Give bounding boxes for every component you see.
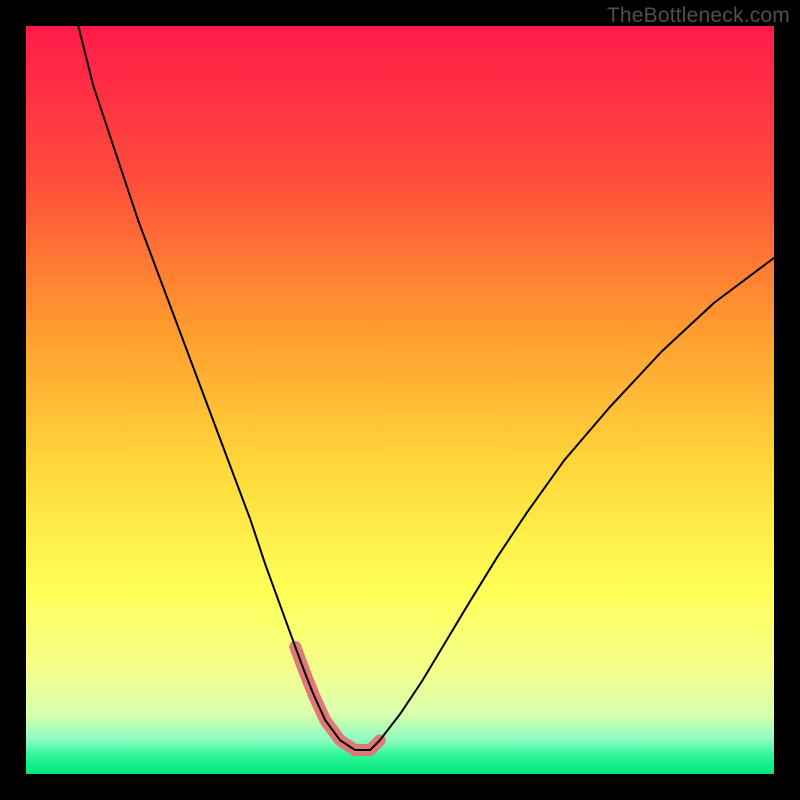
chart-plot-area <box>26 26 774 774</box>
chart-svg <box>26 26 774 774</box>
watermark-text: TheBottleneck.com <box>607 4 790 28</box>
chart-background <box>26 26 774 774</box>
chart-stage: TheBottleneck.com <box>0 0 800 800</box>
